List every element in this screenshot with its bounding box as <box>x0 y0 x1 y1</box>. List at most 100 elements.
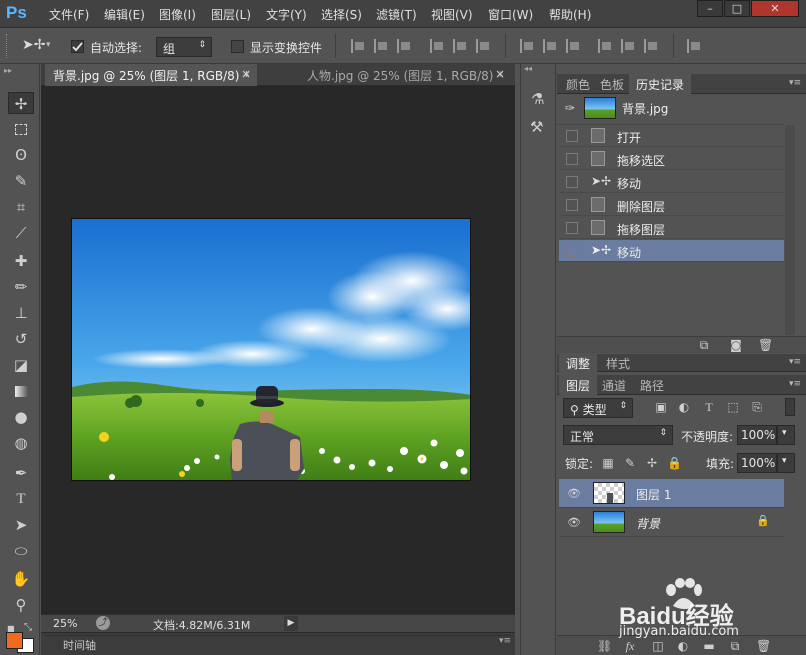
tab-adjustments[interactable]: 调整 <box>559 354 598 372</box>
layer-row-layer1[interactable]: 👁 图层 1 <box>559 479 784 508</box>
layer-name[interactable]: 背景 <box>636 515 660 532</box>
gradient-tool-icon[interactable] <box>8 380 34 402</box>
close-tab-icon[interactable]: × <box>495 67 505 81</box>
history-state-selected[interactable]: ➤✢ 移动 <box>559 240 784 262</box>
filter-toggle[interactable] <box>785 398 795 416</box>
brush-presets-icon[interactable]: ⚒ <box>530 118 543 136</box>
blend-mode-dropdown[interactable]: 正常 ⇕ <box>563 425 673 445</box>
clone-stamp-tool-icon[interactable]: ⊥ <box>8 302 34 324</box>
tab-swatches[interactable]: 色板 <box>593 74 631 94</box>
close-tab-icon[interactable]: × <box>241 67 251 81</box>
panel-menu-icon[interactable]: ▾≡ <box>789 78 801 88</box>
new-document-from-state-icon[interactable]: ⧉ <box>697 338 711 352</box>
menu-file[interactable]: 文件(F) <box>49 6 89 23</box>
camera-snapshot-icon[interactable]: ◙ <box>729 338 743 352</box>
eraser-tool-icon[interactable]: ◪ <box>8 354 34 376</box>
history-state[interactable]: 打开 <box>559 125 784 147</box>
history-brush-checkbox[interactable] <box>566 176 578 188</box>
add-mask-icon[interactable]: ◫ <box>651 639 665 653</box>
align-left-icon[interactable] <box>430 39 444 53</box>
menu-window[interactable]: 窗口(W) <box>488 6 533 23</box>
align-right-icon[interactable] <box>476 39 490 53</box>
align-bottom-icon[interactable] <box>397 39 411 53</box>
filter-shape-icon[interactable]: ⬚ <box>726 400 740 414</box>
auto-select-dropdown[interactable]: 组 ⇕ <box>156 37 212 57</box>
history-scrollbar[interactable] <box>785 125 795 335</box>
eyedropper-tool-icon[interactable]: ⟋ <box>8 222 34 244</box>
tab-channels[interactable]: 通道 <box>595 375 633 395</box>
menu-layer[interactable]: 图层(L) <box>211 6 251 23</box>
tab-color[interactable]: 颜色 <box>559 74 597 94</box>
opacity-dropdown-arrow-icon[interactable]: ▾ <box>777 425 795 445</box>
tab-styles[interactable]: 样式 <box>599 354 637 372</box>
history-snapshot[interactable]: ✑ 背景.jpg <box>557 94 784 125</box>
menu-help[interactable]: 帮助(H) <box>549 6 591 23</box>
auto-select-checkbox[interactable] <box>71 40 84 53</box>
tab-person-doc[interactable]: 人物.jpg @ 25% (图层 1, RGB/8) * × <box>299 64 511 86</box>
filter-adjustment-icon[interactable]: ◐ <box>677 400 691 414</box>
new-group-icon[interactable]: ▬ <box>702 639 716 653</box>
history-brush-checkbox[interactable] <box>566 153 578 165</box>
history-brush-tool-icon[interactable]: ↺ <box>8 328 34 350</box>
menu-filter[interactable]: 滤镜(T) <box>376 6 417 23</box>
trash-icon[interactable]: 🗑 <box>756 639 771 653</box>
collapse-arrows-icon[interactable]: ◂◂ <box>524 64 532 73</box>
status-menu-arrow-icon[interactable]: ▶ <box>284 616 298 631</box>
lock-position-icon[interactable]: ✢ <box>645 456 659 470</box>
move-tool-icon[interactable]: ✢ <box>8 92 34 114</box>
brush-tool-icon[interactable]: ✏ <box>8 276 34 298</box>
layer-row-background[interactable]: 👁 背景 🔒 <box>559 508 784 537</box>
distribute-left-icon[interactable] <box>598 39 612 53</box>
tab-paths[interactable]: 路径 <box>633 375 671 395</box>
adjustment-layer-icon[interactable]: ◐ <box>676 639 690 653</box>
trash-icon[interactable]: 🗑 <box>758 338 773 352</box>
path-selection-tool-icon[interactable]: ➤ <box>8 514 34 536</box>
distribute-hcenter-icon[interactable] <box>621 39 635 53</box>
history-state[interactable]: 删除图层 <box>559 194 784 216</box>
menu-type[interactable]: 文字(Y) <box>266 6 307 23</box>
close-window-button[interactable]: ✕ <box>751 0 799 17</box>
image-canvas[interactable] <box>71 218 471 481</box>
auto-align-icon[interactable] <box>687 39 701 53</box>
lock-transparency-icon[interactable]: ▦ <box>601 456 615 470</box>
history-state[interactable]: 拖移选区 <box>559 148 784 170</box>
visibility-eye-icon[interactable]: 👁 <box>567 487 581 500</box>
align-vcenter-icon[interactable] <box>374 39 388 53</box>
ellipse-tool-icon[interactable]: ⬭ <box>8 540 34 562</box>
menu-view[interactable]: 视图(V) <box>431 6 473 23</box>
healing-brush-tool-icon[interactable]: ✚ <box>8 250 34 272</box>
hand-tool-icon[interactable]: ✋ <box>8 568 34 590</box>
fill-input[interactable]: 100% <box>737 453 777 473</box>
filter-smart-object-icon[interactable]: ⎘ <box>750 400 764 414</box>
timeline-label[interactable]: 时间轴 <box>63 637 96 653</box>
menu-select[interactable]: 选择(S) <box>321 6 362 23</box>
history-brush-checkbox[interactable] <box>566 222 578 234</box>
lock-pixels-icon[interactable]: ✎ <box>623 456 637 470</box>
distribute-right-icon[interactable] <box>644 39 658 53</box>
layer-filter-dropdown[interactable]: ⚲ 类型 ⇕ <box>563 398 633 418</box>
lock-icon[interactable]: 🔒 <box>756 514 770 527</box>
layer-style-icon[interactable]: fx <box>623 639 637 653</box>
distribute-bottom-icon[interactable] <box>566 39 580 53</box>
type-tool-icon[interactable]: T <box>8 488 34 510</box>
menu-image[interactable]: 图像(I) <box>159 6 196 23</box>
filter-type-icon[interactable]: T <box>702 400 716 414</box>
layer-name[interactable]: 图层 1 <box>636 486 671 503</box>
tab-layers[interactable]: 图层 <box>559 375 598 395</box>
lasso-tool-icon[interactable]: ʘ <box>8 144 34 166</box>
align-top-icon[interactable] <box>351 39 365 53</box>
zoom-tool-icon[interactable]: ⚲ <box>8 594 34 616</box>
dodge-tool-icon[interactable]: ◍ <box>8 432 34 454</box>
opacity-input[interactable]: 100% <box>737 425 777 445</box>
history-brush-checkbox[interactable] <box>566 130 578 142</box>
move-tool-preset-icon[interactable]: ➤✢ <box>22 37 45 53</box>
panel-menu-icon[interactable]: ▾≡ <box>789 357 801 367</box>
tab-history[interactable]: 历史记录 <box>629 74 692 94</box>
distribute-top-icon[interactable] <box>520 39 534 53</box>
marquee-tool-icon[interactable] <box>8 118 34 140</box>
tab-background-doc[interactable]: 背景.jpg @ 25% (图层 1, RGB/8) * × <box>45 64 257 86</box>
foreground-color-swatch[interactable] <box>6 632 23 649</box>
collapse-arrows-icon[interactable]: ▸▸ <box>4 66 12 75</box>
preset-chevron-down-icon[interactable]: ▾ <box>46 40 51 50</box>
distribute-vcenter-icon[interactable] <box>543 39 557 53</box>
